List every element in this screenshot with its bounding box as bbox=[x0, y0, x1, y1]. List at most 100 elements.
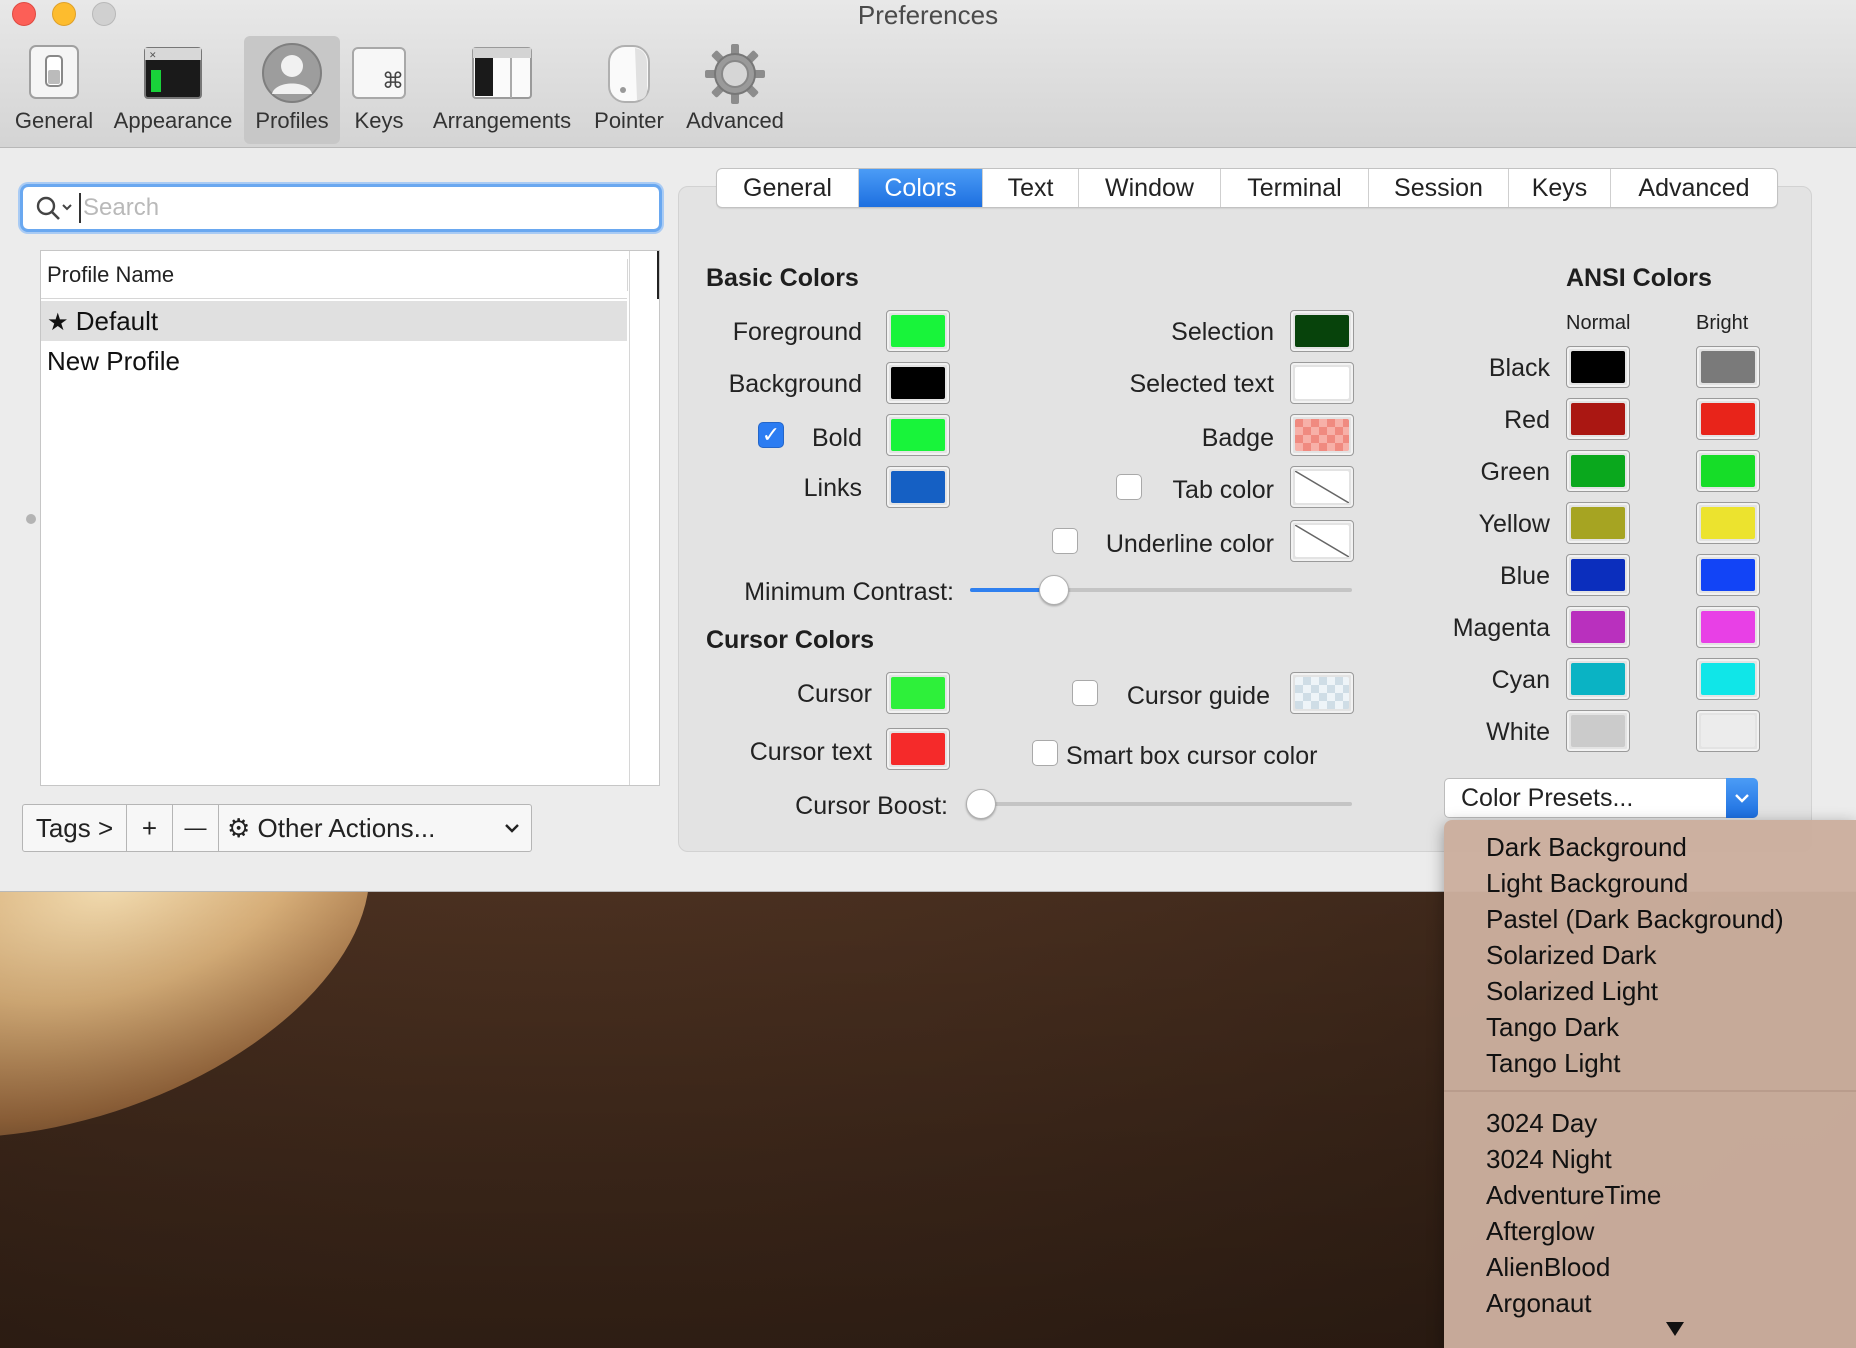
preset-menu-item[interactable]: Solarized Dark bbox=[1486, 940, 1657, 971]
tab-advanced[interactable]: Advanced bbox=[1611, 169, 1777, 207]
ansi-blue-normal-color-well[interactable] bbox=[1566, 554, 1630, 596]
ansi-black-label: Black bbox=[1488, 354, 1550, 382]
ansi-magenta-normal-color-well[interactable] bbox=[1566, 606, 1630, 648]
preset-menu-item[interactable]: 3024 Night bbox=[1486, 1144, 1612, 1175]
selected-text-label: Selected text bbox=[1129, 370, 1274, 398]
preset-menu-item[interactable]: AdventureTime bbox=[1486, 1180, 1661, 1211]
underline-color-well[interactable] bbox=[1290, 520, 1354, 562]
normal-column-header: Normal bbox=[1566, 312, 1631, 334]
preset-menu-item[interactable]: Pastel (Dark Background) bbox=[1486, 904, 1784, 935]
ansi-blue-bright-color-well[interactable] bbox=[1696, 554, 1760, 596]
selection-color-well[interactable] bbox=[1290, 310, 1354, 352]
tab-text[interactable]: Text bbox=[983, 169, 1079, 207]
toolbar-label: Advanced bbox=[686, 108, 784, 133]
background-color-well[interactable] bbox=[886, 362, 950, 404]
ansi-magenta-bright-color-well[interactable] bbox=[1696, 606, 1760, 648]
toolbar-label: Keys bbox=[354, 108, 404, 133]
window-title: Preferences bbox=[857, 0, 999, 30]
toolbar-general[interactable]: General bbox=[8, 36, 100, 144]
tab-general[interactable]: General bbox=[717, 169, 859, 207]
ansi-green-bright-color-well[interactable] bbox=[1696, 450, 1760, 492]
ansi-white-normal-color-well[interactable] bbox=[1566, 710, 1630, 752]
remove-profile-button[interactable]: — bbox=[173, 805, 219, 851]
ansi-yellow-normal-color-well[interactable] bbox=[1566, 502, 1630, 544]
search-input[interactable] bbox=[79, 193, 639, 223]
badge-color-well[interactable] bbox=[1290, 414, 1354, 456]
profile-actions-bar: Tags > + — ⚙ Other Actions... bbox=[22, 804, 532, 852]
toolbar-pointer[interactable]: Pointer bbox=[588, 36, 670, 144]
ansi-colors-heading: ANSI Colors bbox=[1566, 264, 1712, 292]
scroll-down-arrow-icon[interactable] bbox=[1666, 1322, 1684, 1336]
preset-menu-item[interactable]: Tango Dark bbox=[1486, 1012, 1619, 1043]
tab-session[interactable]: Session bbox=[1369, 169, 1509, 207]
gear-icon bbox=[703, 42, 767, 112]
profile-name-column-header[interactable]: Profile Name bbox=[41, 251, 627, 299]
tab-window[interactable]: Window bbox=[1079, 169, 1221, 207]
ansi-black-bright-color-well[interactable] bbox=[1696, 346, 1760, 388]
preset-menu-item[interactable]: Tango Light bbox=[1486, 1048, 1620, 1079]
preset-menu-item[interactable]: Dark Background bbox=[1486, 832, 1687, 863]
preset-menu-item[interactable]: 3024 Day bbox=[1486, 1108, 1597, 1139]
ansi-cyan-bright-color-well[interactable] bbox=[1696, 658, 1760, 700]
color-presets-dropdown[interactable]: Color Presets... bbox=[1444, 778, 1758, 818]
cursor-boost-slider[interactable] bbox=[966, 802, 1352, 806]
add-profile-button[interactable]: + bbox=[127, 805, 173, 851]
tab-colors[interactable]: Colors bbox=[859, 169, 983, 207]
bold-checkbox[interactable]: ✓ bbox=[758, 422, 784, 448]
ansi-black-normal-color-well[interactable] bbox=[1566, 346, 1630, 388]
preset-menu-item[interactable]: Solarized Light bbox=[1486, 976, 1658, 1007]
toolbar-keys[interactable]: ⌘ Keys bbox=[346, 36, 412, 144]
cursor-color-well[interactable] bbox=[886, 672, 950, 714]
search-icon[interactable] bbox=[35, 195, 75, 228]
star-icon: ★ bbox=[47, 308, 69, 336]
ansi-yellow-bright-color-well[interactable] bbox=[1696, 502, 1760, 544]
smart-box-cursor-checkbox[interactable] bbox=[1032, 740, 1058, 766]
tags-button[interactable]: Tags > bbox=[23, 805, 127, 851]
links-color-well[interactable] bbox=[886, 466, 950, 508]
preset-menu-item[interactable]: Argonaut bbox=[1486, 1288, 1592, 1319]
profile-list-scroll-gutter bbox=[629, 251, 659, 785]
cursor-text-color-well[interactable] bbox=[886, 728, 950, 770]
tab-terminal[interactable]: Terminal bbox=[1221, 169, 1369, 207]
badge-label: Badge bbox=[1201, 424, 1274, 452]
underline-color-checkbox[interactable] bbox=[1052, 528, 1078, 554]
cursor-guide-checkbox[interactable] bbox=[1072, 680, 1098, 706]
mouse-icon bbox=[599, 42, 659, 110]
ansi-blue-label: Blue bbox=[1499, 562, 1550, 590]
selected-text-color-well[interactable] bbox=[1290, 362, 1354, 404]
cursor-guide-color-well[interactable] bbox=[1290, 672, 1354, 714]
tab-color-well[interactable] bbox=[1290, 466, 1354, 508]
ansi-red-normal-color-well[interactable] bbox=[1566, 398, 1630, 440]
bold-label: Bold bbox=[811, 424, 862, 452]
ansi-red-bright-color-well[interactable] bbox=[1696, 398, 1760, 440]
preset-menu-item[interactable]: Afterglow bbox=[1486, 1216, 1594, 1247]
split-view-handle[interactable] bbox=[26, 514, 36, 524]
profile-tabs: General Colors Text Window Terminal Sess… bbox=[716, 168, 1778, 208]
toolbar-advanced[interactable]: Advanced bbox=[680, 36, 790, 144]
ansi-white-bright-color-well[interactable] bbox=[1696, 710, 1760, 752]
preset-menu-item[interactable]: AlienBlood bbox=[1486, 1252, 1610, 1283]
ansi-green-normal-color-well[interactable] bbox=[1566, 450, 1630, 492]
cursor-boost-label: Cursor Boost: bbox=[795, 792, 948, 820]
profile-row-new-profile[interactable]: New Profile bbox=[41, 341, 627, 381]
basic-colors-heading: Basic Colors bbox=[706, 264, 859, 292]
toolbar-appearance[interactable]: ✕ Appearance bbox=[106, 36, 240, 144]
foreground-color-well[interactable] bbox=[886, 310, 950, 352]
profile-row-default[interactable]: ★ Default bbox=[41, 301, 627, 341]
svg-text:✕: ✕ bbox=[149, 50, 157, 60]
minimum-contrast-slider-knob[interactable] bbox=[1039, 575, 1069, 605]
cursor-label: Cursor bbox=[796, 680, 872, 708]
other-actions-dropdown[interactable]: ⚙ Other Actions... bbox=[219, 805, 531, 851]
ansi-cyan-normal-color-well[interactable] bbox=[1566, 658, 1630, 700]
terminal-window-icon: ✕ bbox=[143, 42, 203, 108]
cursor-boost-slider-knob[interactable] bbox=[966, 789, 996, 819]
window-arrangement-icon bbox=[471, 42, 533, 108]
chevron-down-icon bbox=[1726, 778, 1758, 818]
toolbar-profiles[interactable]: Profiles bbox=[244, 36, 340, 144]
preset-menu-item[interactable]: Light Background bbox=[1486, 868, 1688, 899]
tab-color-checkbox[interactable] bbox=[1116, 474, 1142, 500]
toolbar-label: Appearance bbox=[113, 108, 233, 133]
bold-color-well[interactable] bbox=[886, 414, 950, 456]
toolbar-arrangements[interactable]: Arrangements bbox=[426, 36, 578, 144]
tab-keys[interactable]: Keys bbox=[1509, 169, 1611, 207]
